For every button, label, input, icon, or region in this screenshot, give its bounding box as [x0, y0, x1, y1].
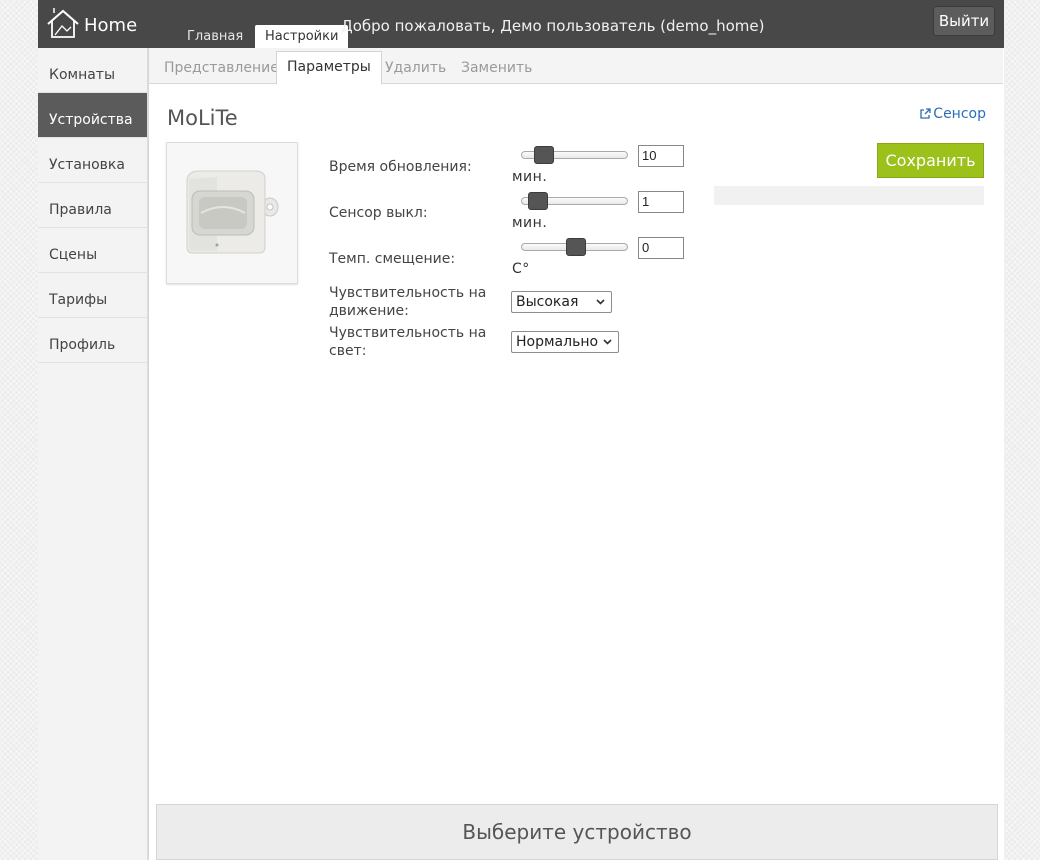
app-frame: Home Главная Настройки Добро пожаловать,… — [38, 0, 1004, 860]
temp-offset-label: Темп. смещение: — [329, 251, 456, 267]
temp-offset-input[interactable]: 0 — [638, 237, 684, 259]
tab-delete[interactable]: Удалить — [375, 53, 456, 84]
sidebar: Комнаты Устройства Установка Правила Сце… — [38, 48, 148, 860]
logout-button[interactable]: Выйти — [933, 6, 995, 36]
status-bar — [714, 186, 984, 205]
temp-offset-unit: C° — [512, 261, 530, 277]
sub-tab-bar: Представление Параметры Удалить Заменить — [149, 48, 1003, 85]
sensor-off-slider[interactable] — [521, 192, 628, 210]
main-content: Представление Параметры Удалить Заменить… — [148, 48, 1004, 860]
motion-sensitivity-select[interactable]: Высокая — [511, 291, 612, 313]
top-tab-home[interactable]: Главная — [177, 25, 253, 48]
update-time-label: Время обновления: — [329, 159, 472, 175]
header-bar: Home Главная Настройки Добро пожаловать,… — [38, 0, 1004, 48]
chevron-down-icon — [596, 299, 605, 305]
sensor-off-label: Сенсор выкл: — [329, 205, 428, 221]
device-image — [166, 142, 298, 284]
welcome-text: Добро пожаловать, Демо пользователь (dem… — [341, 17, 765, 35]
slider-handle[interactable] — [534, 146, 554, 164]
sidebar-item-profile[interactable]: Профиль — [38, 318, 147, 363]
logo-text: Home — [84, 15, 138, 36]
slider-handle[interactable] — [528, 192, 548, 210]
logo[interactable]: Home — [46, 6, 146, 42]
chevron-down-icon — [603, 339, 612, 345]
house-logo-icon — [47, 8, 79, 38]
slider-handle[interactable] — [566, 238, 586, 256]
save-button[interactable]: Сохранить — [877, 143, 984, 178]
light-sensitivity-select[interactable]: Нормально — [511, 331, 619, 353]
sidebar-item-rules[interactable]: Правила — [38, 183, 147, 228]
light-sensitivity-label: Чувствительность на свет: — [329, 325, 487, 359]
sidebar-item-installation[interactable]: Установка — [38, 138, 147, 183]
sidebar-item-devices[interactable]: Устройства — [38, 93, 147, 138]
temp-offset-slider[interactable] — [521, 238, 628, 256]
sensor-off-unit: мин. — [512, 215, 548, 231]
device-selector-panel[interactable]: Выберите устройство — [156, 804, 998, 860]
sidebar-item-tariffs[interactable]: Тарифы — [38, 273, 147, 318]
sensor-link[interactable]: Сенсор — [920, 106, 986, 122]
light-sensitivity-value: Нормально — [516, 334, 599, 350]
sidebar-item-scenes[interactable]: Сцены — [38, 228, 147, 273]
tab-parameters[interactable]: Параметры — [276, 51, 382, 85]
motion-sensitivity-value: Высокая — [516, 294, 579, 310]
sidebar-item-rooms[interactable]: Комнаты — [38, 48, 147, 93]
update-time-input[interactable]: 10 — [638, 145, 684, 167]
top-tab-settings[interactable]: Настройки — [255, 25, 349, 48]
external-link-icon — [920, 108, 931, 119]
update-time-unit: мин. — [512, 169, 548, 185]
select-device-prompt: Выберите устройство — [462, 820, 692, 844]
motion-sensor-image — [186, 170, 279, 254]
motion-sensitivity-label: Чувствительность на движение: — [329, 285, 487, 319]
sensor-off-input[interactable]: 1 — [638, 191, 684, 213]
tab-replace[interactable]: Заменить — [451, 53, 542, 84]
device-title: MoLiTe — [167, 106, 238, 130]
update-time-slider[interactable] — [521, 146, 628, 164]
tab-view[interactable]: Представление — [154, 53, 289, 84]
sensor-link-label: Сенсор — [933, 106, 986, 122]
